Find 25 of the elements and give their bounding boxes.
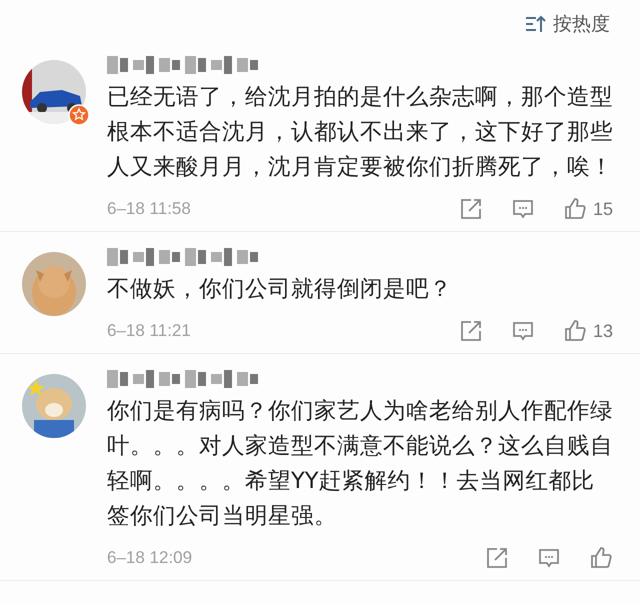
speech-bubble-icon	[510, 197, 535, 221]
like-button[interactable]: 15	[562, 197, 613, 221]
share-icon	[458, 197, 483, 221]
comment-button[interactable]	[537, 546, 561, 570]
comment-time: 6–18 12:09	[107, 548, 194, 568]
share-icon	[458, 319, 483, 343]
like-button[interactable]: 13	[562, 319, 613, 343]
like-button[interactable]	[589, 546, 613, 570]
thumbs-up-icon	[589, 546, 613, 570]
comment-text: 已经无语了，给沈月拍的是什么杂志啊，那个造型根本不适合沈月，认都认不出来了，这下好了那些人又来酸月月，沈月肯定要被你们折腾死了，唉！	[107, 83, 613, 182]
speech-bubble-icon	[510, 319, 535, 343]
share-button[interactable]	[458, 197, 483, 221]
comment-time: 6–18 11:58	[107, 199, 192, 219]
comment-text: 不做妖，你们公司就得倒闭是吧？	[107, 275, 453, 304]
comment-button[interactable]	[510, 319, 535, 343]
comment-button[interactable]	[510, 197, 535, 221]
thumbs-up-icon	[562, 197, 587, 221]
thumbs-up-icon	[562, 319, 587, 343]
comment-time: 6–18 11:21	[107, 321, 192, 341]
share-button[interactable]	[458, 319, 483, 343]
share-icon	[485, 546, 509, 570]
share-button[interactable]	[485, 546, 509, 570]
sort-button[interactable]: 按热度	[523, 11, 610, 37]
comment-text: 你们是有病吗？你们家艺人为啥老给别人作配作绿叶。。。对人家造型不满意不能说么？这么自贱自轻啊。。。。希望YY赶紧解约！！去当网红都比签你们公司当明星强。	[107, 397, 613, 531]
speech-bubble-icon	[537, 546, 561, 570]
